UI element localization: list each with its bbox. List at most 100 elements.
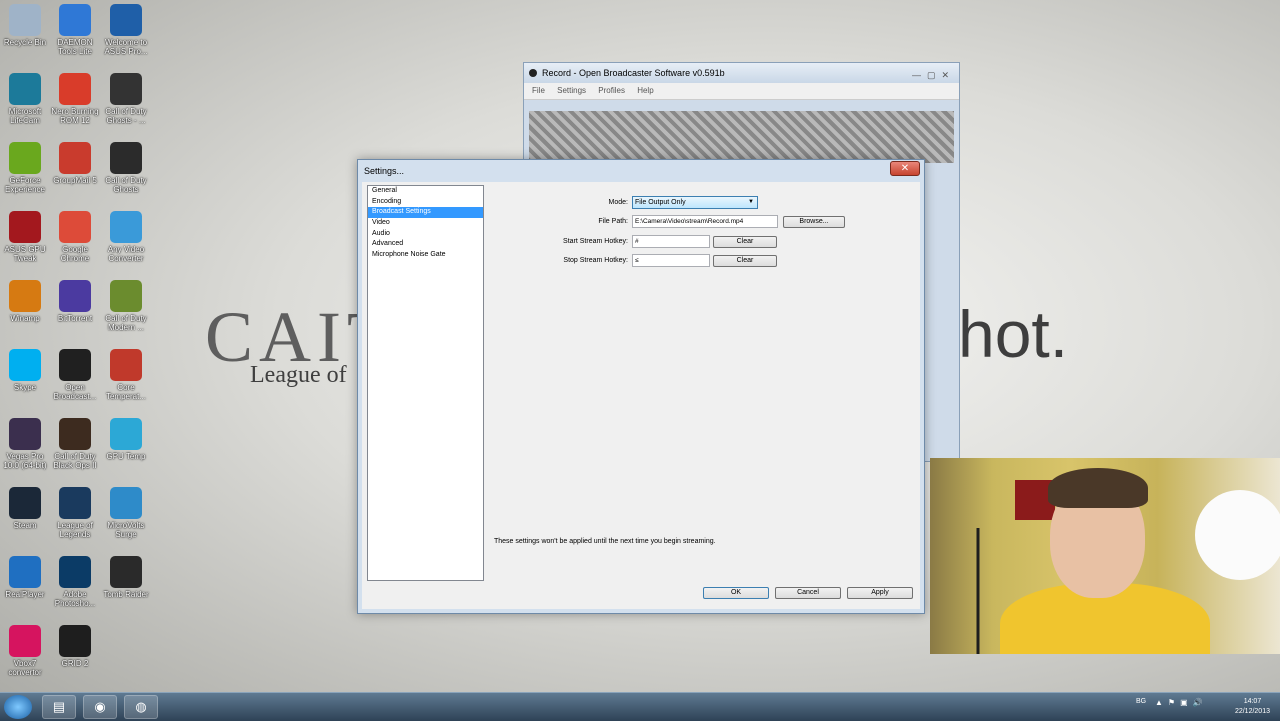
nav-item-audio[interactable]: Audio <box>368 229 483 240</box>
apply-button[interactable]: Apply <box>847 587 913 599</box>
desktop-icon-label: RealPlayer <box>5 590 45 599</box>
desktop-icon-label: GroupMail 5 <box>53 176 97 185</box>
obs-menu-settings[interactable]: Settings <box>557 86 586 95</box>
desktop-icon-label: GeForce Experience <box>4 176 46 194</box>
cancel-button[interactable]: Cancel <box>775 587 841 599</box>
obs-titlebar[interactable]: Record - Open Broadcaster Software v0.59… <box>524 63 959 83</box>
obs-window-controls[interactable]: —▢✕ <box>912 65 955 85</box>
taskbar: ▤ ◉ ◍ BG ▲⚑▣🔊 14:07 22/12/2013 <box>0 692 1280 721</box>
tray-icons[interactable]: ▲⚑▣🔊 <box>1155 698 1208 707</box>
desktop-icon[interactable]: Welcome to ASUS Pro... <box>101 4 151 56</box>
desktop-icon[interactable]: Call of Duty Black Ops II <box>50 418 100 470</box>
ok-button[interactable]: OK <box>703 587 769 599</box>
desktop-icon[interactable]: Vbox7 convertor <box>0 625 50 677</box>
desktop-icon[interactable]: GRID 2 <box>50 625 100 668</box>
desktop-icon[interactable]: Call of Duty Ghosts <box>101 142 151 194</box>
desktop-icon[interactable]: Microsoft LifeCam <box>0 73 50 125</box>
obs-menubar: File Settings Profiles Help <box>524 83 959 100</box>
start-button[interactable] <box>4 695 32 719</box>
desktop-icon-label: League of Legends <box>57 521 93 539</box>
clock-time: 14:07 <box>1243 698 1262 705</box>
nero-icon <box>59 73 91 105</box>
desktop-icon[interactable]: Google Chrome <box>50 211 100 263</box>
desktop-icon-label: Call of Duty Ghosts - ... <box>105 107 147 125</box>
desktop-icon[interactable]: DAEMON Tools Lite <box>50 4 100 56</box>
desktop-icon[interactable]: League of Legends <box>50 487 100 539</box>
obs-menu-help[interactable]: Help <box>637 86 653 95</box>
desktop-icon-label: Google Chrome <box>60 245 90 263</box>
clock[interactable]: 14:07 22/12/2013 <box>1235 697 1270 717</box>
desktop-icon-label: Recycle Bin <box>3 38 47 47</box>
asus-icon <box>110 4 142 36</box>
desktop-icon-label: Welcome to ASUS Pro... <box>104 38 148 56</box>
winamp-icon <box>9 280 41 312</box>
desktop-icon-label: Call of Duty Ghosts <box>105 176 147 194</box>
cod-ghosts-icon <box>110 73 142 105</box>
nav-item-microphone-noise-gate[interactable]: Microphone Noise Gate <box>368 250 483 261</box>
mode-label: Mode: <box>608 199 628 206</box>
obs-menu-profiles[interactable]: Profiles <box>598 86 625 95</box>
desktop-icon-label: Nero Burning ROM 12 <box>51 107 99 125</box>
desktop-icon[interactable]: Tomb Raider <box>101 556 151 599</box>
language-indicator[interactable]: BG <box>1136 698 1146 705</box>
desktop-icon[interactable]: Skype <box>0 349 50 392</box>
gpu-tweak-icon <box>9 211 41 243</box>
desktop-icon[interactable]: ASUS GPU Tweak <box>0 211 50 263</box>
stop-hotkey-input[interactable]: ≤ <box>632 254 710 267</box>
desktop-icon[interactable]: GPU Temp <box>101 418 151 461</box>
tomb-raider-icon <box>110 556 142 588</box>
file-path-label: File Path: <box>598 218 628 225</box>
desktop-icon[interactable]: Adobe Photosho... <box>50 556 100 608</box>
desktop-icon[interactable]: Call of Duty Modern ... <box>101 280 151 332</box>
start-hotkey-input[interactable]: # <box>632 235 710 248</box>
desktop-icon-label: Microsoft LifeCam <box>8 107 42 125</box>
desktop-icon[interactable]: Winamp <box>0 280 50 323</box>
vbox7-icon <box>9 625 41 657</box>
cod-mw3-icon <box>110 280 142 312</box>
desktop-icon[interactable]: Vegas Pro 10.0 (64-bit) <box>0 418 50 470</box>
browse-button[interactable]: Browse... <box>783 216 845 228</box>
lol-icon <box>59 487 91 519</box>
obs-icon <box>59 349 91 381</box>
close-button[interactable]: ✕ <box>890 161 920 176</box>
desktop-icon[interactable]: GeForce Experience <box>0 142 50 194</box>
start-hotkey-clear-button[interactable]: Clear <box>713 236 777 248</box>
file-path-input[interactable]: E:\Camera\Video\stream\Record.mp4 <box>632 215 778 228</box>
obs-menu-file[interactable]: File <box>532 86 545 95</box>
obs-title: Record - Open Broadcaster Software v0.59… <box>542 68 725 78</box>
desktop-icon[interactable]: Any Video Converter <box>101 211 151 263</box>
settings-note: These settings won't be applied until th… <box>494 538 716 545</box>
taskbar-explorer-icon[interactable]: ▤ <box>42 695 76 719</box>
wallpaper-text-league: League of <box>250 362 347 388</box>
taskbar-obs-icon[interactable]: ◍ <box>124 695 158 719</box>
grid2-icon <box>59 625 91 657</box>
nav-item-advanced[interactable]: Advanced <box>368 239 483 250</box>
vegas-icon <box>9 418 41 450</box>
nav-item-broadcast-settings[interactable]: Broadcast Settings <box>368 207 483 219</box>
desktop-icon[interactable]: Open Broadcast... <box>50 349 100 401</box>
desktop-icon[interactable]: Core Temperat... <box>101 349 151 401</box>
recycle-bin-icon <box>9 4 41 36</box>
desktop-icon[interactable]: GroupMail 5 <box>50 142 100 185</box>
mode-select[interactable]: File Output Only ▼ <box>632 196 758 209</box>
settings-client: General Encoding Broadcast Settings Vide… <box>362 182 920 609</box>
desktop-icon[interactable]: Nero Burning ROM 12 <box>50 73 100 125</box>
desktop-icon[interactable]: Call of Duty Ghosts - ... <box>101 73 151 125</box>
desktop-icon[interactable]: BitTorrent <box>50 280 100 323</box>
start-hotkey-label: Start Stream Hotkey: <box>563 238 628 245</box>
nav-item-general[interactable]: General <box>368 186 483 197</box>
desktop-icon[interactable]: MicroVolts Surge <box>101 487 151 539</box>
video-converter-icon <box>110 211 142 243</box>
settings-nav-list: General Encoding Broadcast Settings Vide… <box>367 185 484 581</box>
desktop-icon[interactable]: RealPlayer <box>0 556 50 599</box>
nav-item-encoding[interactable]: Encoding <box>368 197 483 208</box>
desktop-icon-label: Vegas Pro 10.0 (64-bit) <box>3 452 47 470</box>
desktop-icon[interactable]: Recycle Bin <box>0 4 50 47</box>
cod-bo2-icon <box>59 418 91 450</box>
taskbar-chrome-icon[interactable]: ◉ <box>83 695 117 719</box>
stop-hotkey-clear-button[interactable]: Clear <box>713 255 777 267</box>
nav-item-video[interactable]: Video <box>368 218 483 229</box>
desktop-icon-label: DAEMON Tools Lite <box>57 38 93 56</box>
core-temp-icon <box>110 349 142 381</box>
desktop-icon[interactable]: Steam <box>0 487 50 530</box>
